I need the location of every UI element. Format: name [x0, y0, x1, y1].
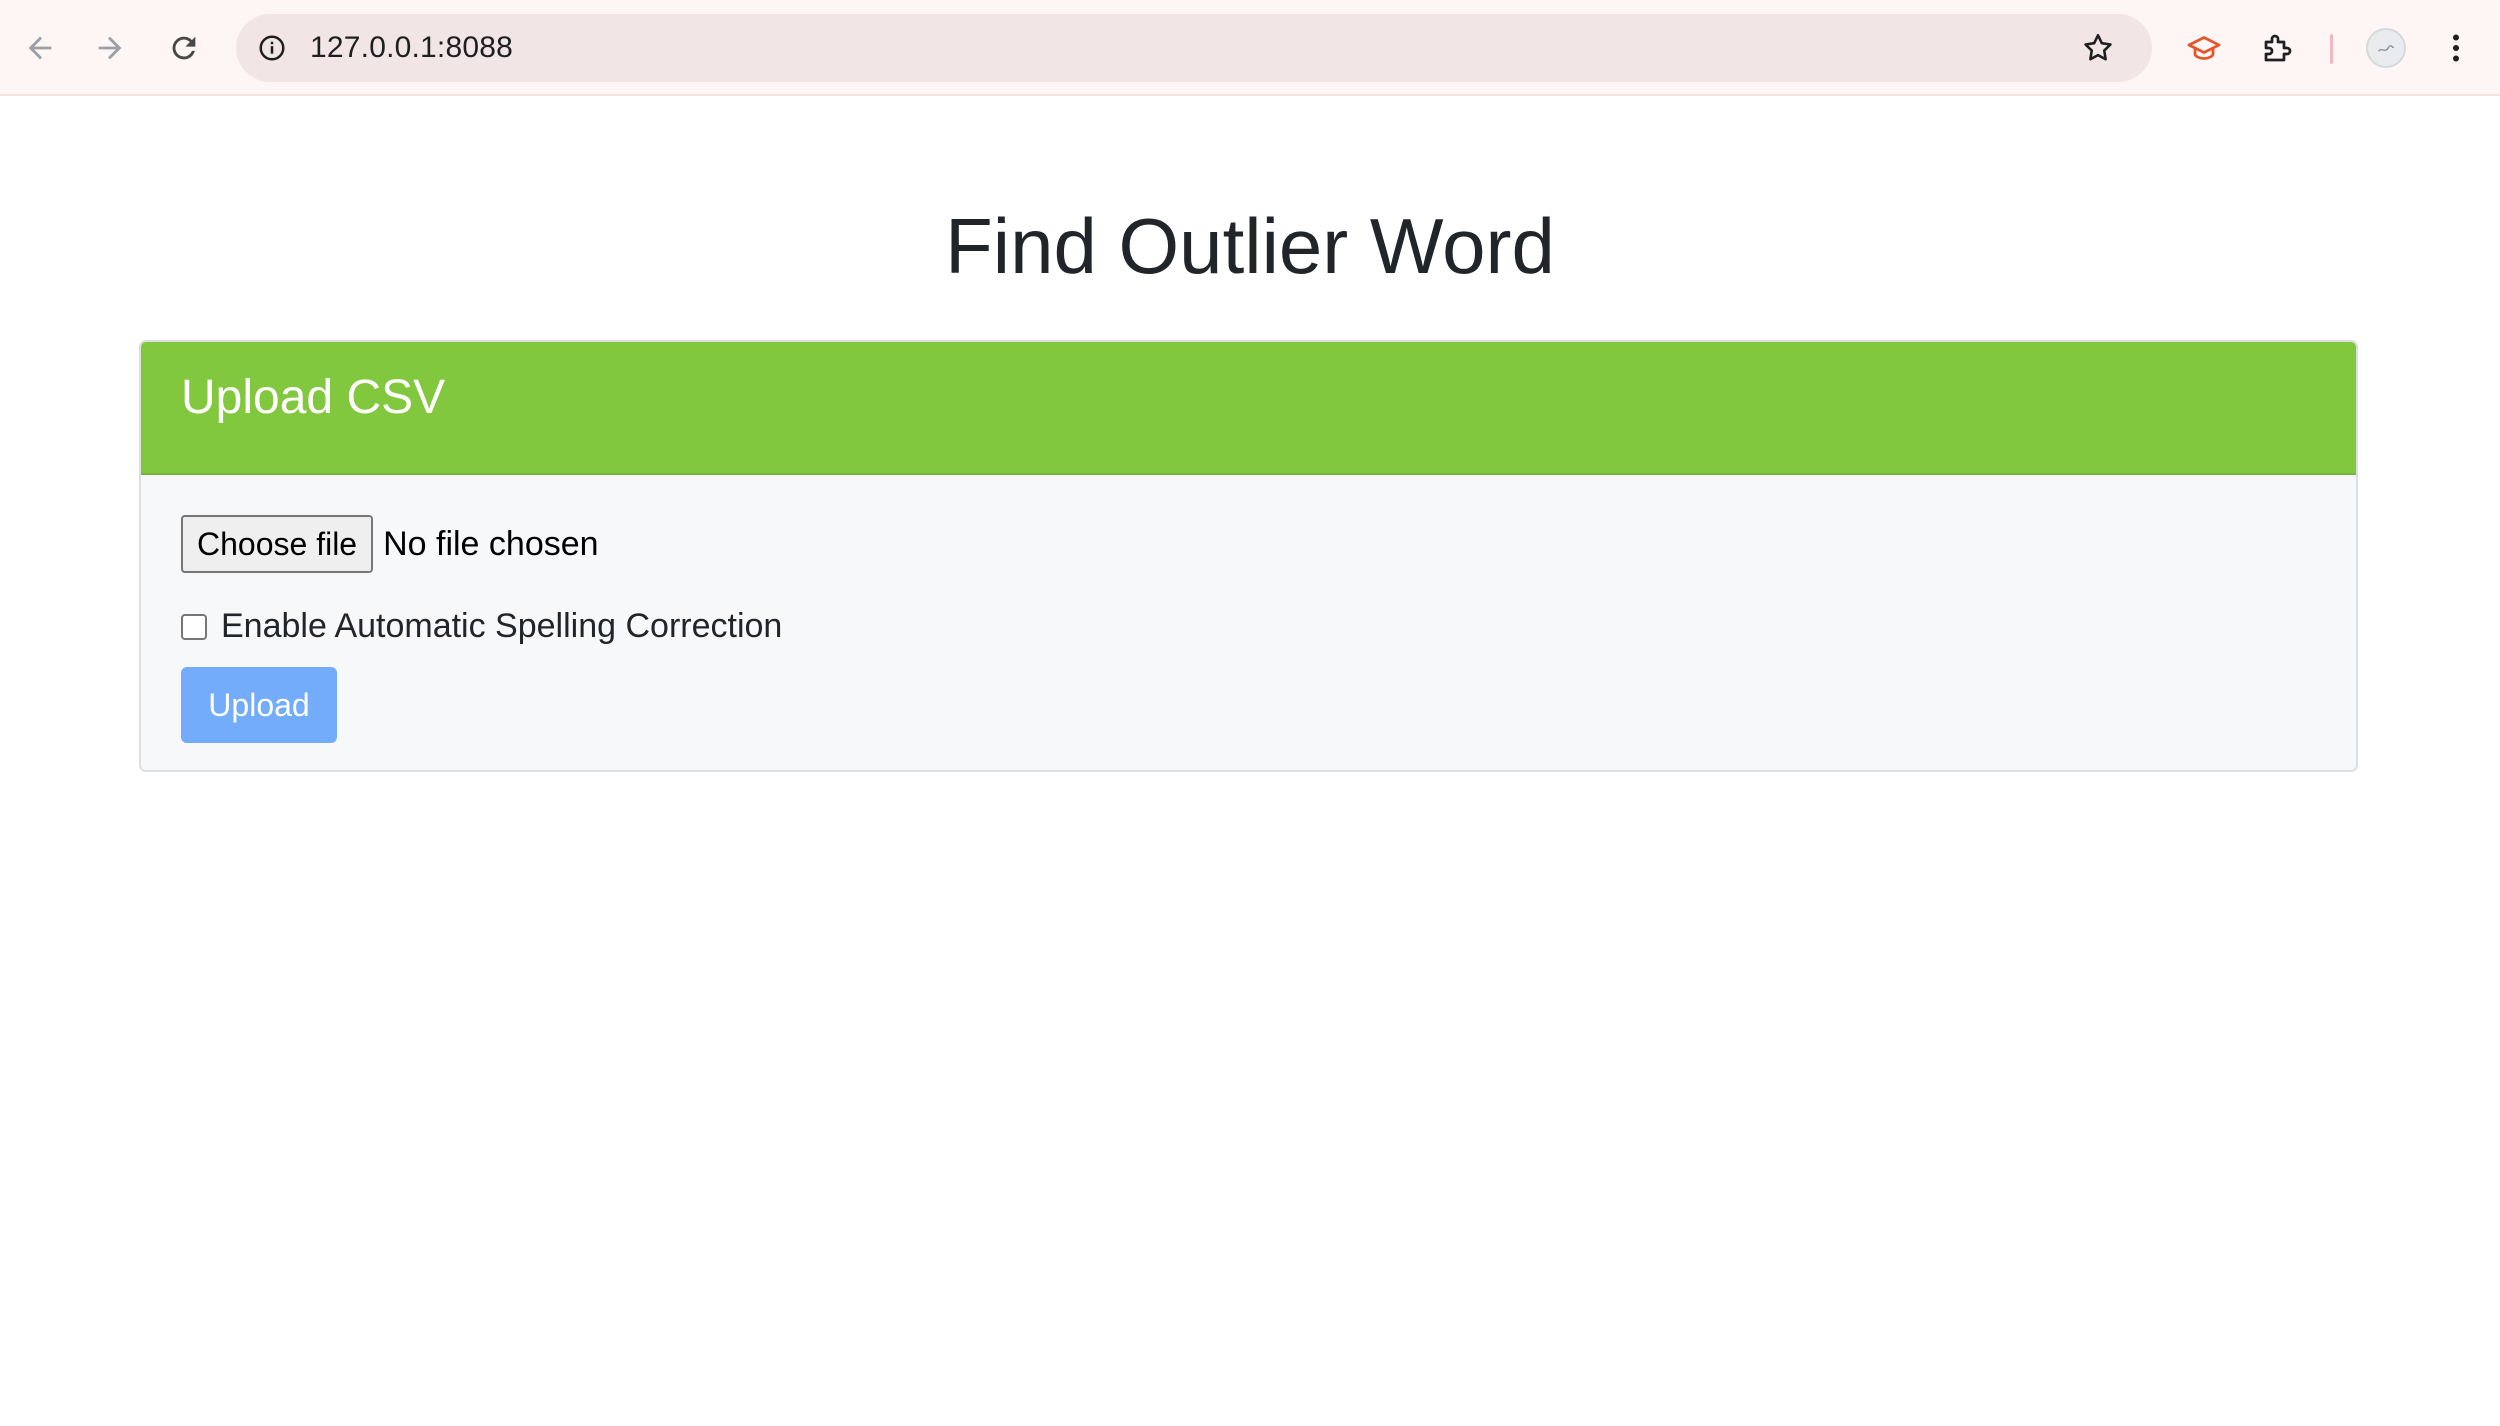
graduation-cap-icon	[2187, 36, 2221, 60]
address-bar[interactable]: 127.0.0.1:8088	[236, 14, 2152, 82]
profile-avatar[interactable]	[2366, 28, 2406, 68]
file-status-text: No file chosen	[383, 524, 599, 563]
upload-card: Upload CSV Choose file No file chosen En…	[139, 340, 2358, 772]
browser-toolbar: 127.0.0.1:8088	[0, 0, 2500, 96]
avatar	[2377, 45, 2395, 52]
extension-button[interactable]	[2180, 24, 2228, 72]
star-icon	[2084, 33, 2112, 61]
extensions-button[interactable]	[2254, 24, 2302, 72]
kebab-menu-icon	[2453, 34, 2459, 62]
spelling-correction-option[interactable]: Enable Automatic Spelling Correction	[181, 607, 782, 646]
spelling-correction-label[interactable]: Enable Automatic Spelling Correction	[221, 607, 782, 646]
spelling-correction-checkbox[interactable]	[181, 613, 207, 640]
forward-arrow-icon	[98, 36, 122, 60]
bookmark-button[interactable]	[2078, 28, 2118, 68]
site-info-button[interactable]	[254, 30, 290, 66]
reload-icon	[172, 36, 196, 60]
forward-button[interactable]	[86, 24, 134, 72]
upload-card-title: Upload CSV	[181, 371, 446, 424]
page-title: Find Outlier Word	[945, 202, 1555, 290]
reload-button[interactable]	[160, 24, 208, 72]
back-button[interactable]	[16, 24, 64, 72]
upload-card-body: Choose file No file chosen Enable Automa…	[141, 475, 2356, 770]
choose-file-button[interactable]: Choose file	[181, 515, 374, 573]
url-text[interactable]: 127.0.0.1:8088	[310, 31, 513, 65]
upload-card-header: Upload CSV	[141, 342, 2356, 475]
browser-menu-button[interactable]	[2432, 24, 2480, 72]
info-icon	[259, 35, 285, 61]
toolbar-divider	[2330, 34, 2333, 64]
file-input[interactable]: Choose file No file chosen	[181, 515, 599, 573]
back-arrow-icon	[28, 36, 52, 60]
puzzle-icon	[2264, 34, 2292, 62]
upload-button[interactable]: Upload	[181, 667, 337, 743]
